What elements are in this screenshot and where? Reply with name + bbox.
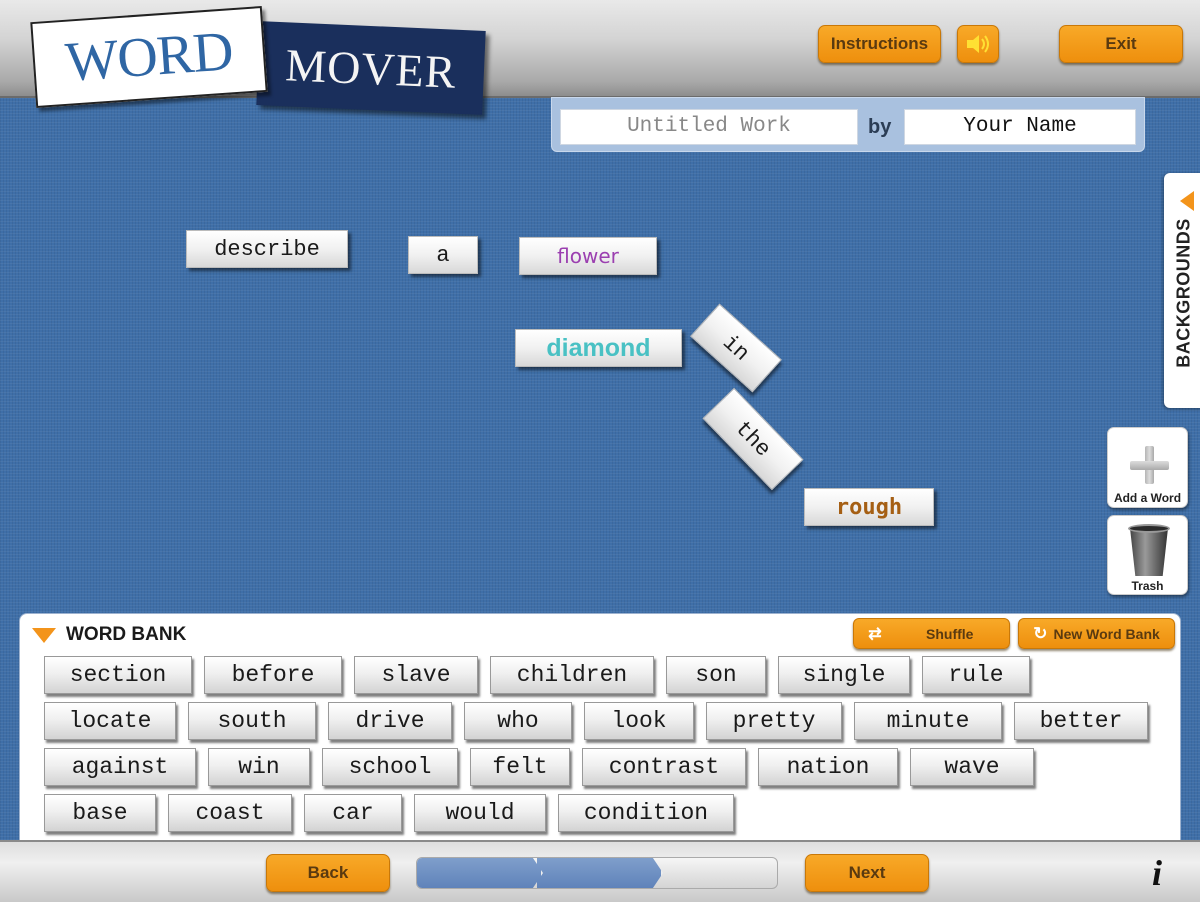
new-word-bank-button[interactable]: ↻ New Word Bank <box>1018 618 1175 649</box>
backgrounds-tab[interactable]: BACKGROUNDS <box>1164 173 1200 408</box>
info-icon[interactable]: i <box>1152 852 1162 894</box>
word-bank-word[interactable]: rule <box>922 656 1030 694</box>
add-word-button[interactable]: Add a Word <box>1107 427 1188 508</box>
sound-button[interactable] <box>957 25 999 63</box>
top-bar: WORD MOVER Instructions Exit <box>0 0 1200 115</box>
word-bank-word[interactable]: children <box>490 656 654 694</box>
word-bank-word[interactable]: slave <box>354 656 478 694</box>
word-bank-row: locate south drive who look pretty minute bette… <box>44 702 1160 740</box>
shuffle-icon: ⇄ <box>868 625 882 643</box>
word-tile[interactable]: a <box>408 236 478 274</box>
word-bank-word[interactable]: car <box>304 794 402 832</box>
word-bank-word[interactable]: coast <box>168 794 292 832</box>
progress-step-complete <box>537 858 663 888</box>
expand-arrow-icon <box>1180 191 1194 211</box>
word-bank-word[interactable]: better <box>1014 702 1148 740</box>
word-bank-word[interactable]: would <box>414 794 546 832</box>
logo-mover: MOVER <box>256 21 486 115</box>
progress-bar <box>416 857 778 889</box>
word-tile[interactable]: flower <box>519 237 657 275</box>
shuffle-label: Shuffle <box>926 625 974 642</box>
word-bank-word[interactable]: wave <box>910 748 1034 786</box>
word-tile[interactable]: rough <box>804 488 934 526</box>
word-bank-row: base coast car would condition <box>44 794 746 832</box>
word-bank-word[interactable]: school <box>322 748 458 786</box>
word-tile[interactable]: describe <box>186 230 348 268</box>
word-tile[interactable]: diamond <box>515 329 682 367</box>
word-bank-row: section before slave children son single rule <box>44 656 1042 694</box>
title-panel: Untitled Work by Your Name <box>551 97 1145 152</box>
collapse-triangle-icon <box>32 627 56 643</box>
word-bank: WORD BANK ⇄ Shuffle ↻ New Word Bank sect… <box>19 613 1181 845</box>
word-bank-word[interactable]: single <box>778 656 910 694</box>
word-bank-word[interactable]: contrast <box>582 748 746 786</box>
word-bank-word[interactable]: minute <box>854 702 1002 740</box>
word-bank-toggle[interactable]: WORD BANK <box>32 624 186 646</box>
title-input[interactable]: Untitled Work <box>560 109 858 145</box>
word-bank-word[interactable]: condition <box>558 794 734 832</box>
exit-button[interactable]: Exit <box>1059 25 1183 63</box>
refresh-icon: ↻ <box>1033 623 1048 643</box>
word-bank-word[interactable]: section <box>44 656 192 694</box>
backgrounds-label: BACKGROUNDS <box>1173 218 1194 368</box>
progress-step-complete <box>417 858 543 888</box>
word-bank-word[interactable]: locate <box>44 702 176 740</box>
word-bank-title: WORD BANK <box>66 624 187 645</box>
logo-word: WORD <box>30 6 268 108</box>
by-label: by <box>868 116 892 138</box>
word-bank-word[interactable]: base <box>44 794 156 832</box>
word-bank-word[interactable]: south <box>188 702 316 740</box>
bottom-bar: Back Next i <box>0 840 1200 902</box>
back-button[interactable]: Back <box>266 854 390 892</box>
word-bank-word[interactable]: who <box>464 702 572 740</box>
word-bank-word[interactable]: look <box>584 702 694 740</box>
shuffle-button[interactable]: ⇄ Shuffle <box>853 618 1010 649</box>
word-bank-word[interactable]: pretty <box>706 702 842 740</box>
trash-label: Trash <box>1131 579 1164 593</box>
word-bank-word[interactable]: before <box>204 656 342 694</box>
trash-button[interactable]: Trash <box>1107 515 1188 595</box>
new-word-bank-label: New Word Bank <box>1053 625 1160 642</box>
word-bank-word[interactable]: nation <box>758 748 898 786</box>
word-bank-word[interactable]: drive <box>328 702 452 740</box>
word-bank-word[interactable]: felt <box>470 748 570 786</box>
word-bank-word[interactable]: win <box>208 748 310 786</box>
word-bank-word[interactable]: son <box>666 656 766 694</box>
word-bank-row: against win school felt contrast nation wave <box>44 748 1046 786</box>
instructions-button[interactable]: Instructions <box>818 25 941 63</box>
word-bank-word[interactable]: against <box>44 748 196 786</box>
author-input[interactable]: Your Name <box>904 109 1136 145</box>
speaker-icon <box>967 35 989 53</box>
next-button[interactable]: Next <box>805 854 929 892</box>
add-word-label: Add a Word <box>1113 491 1182 505</box>
